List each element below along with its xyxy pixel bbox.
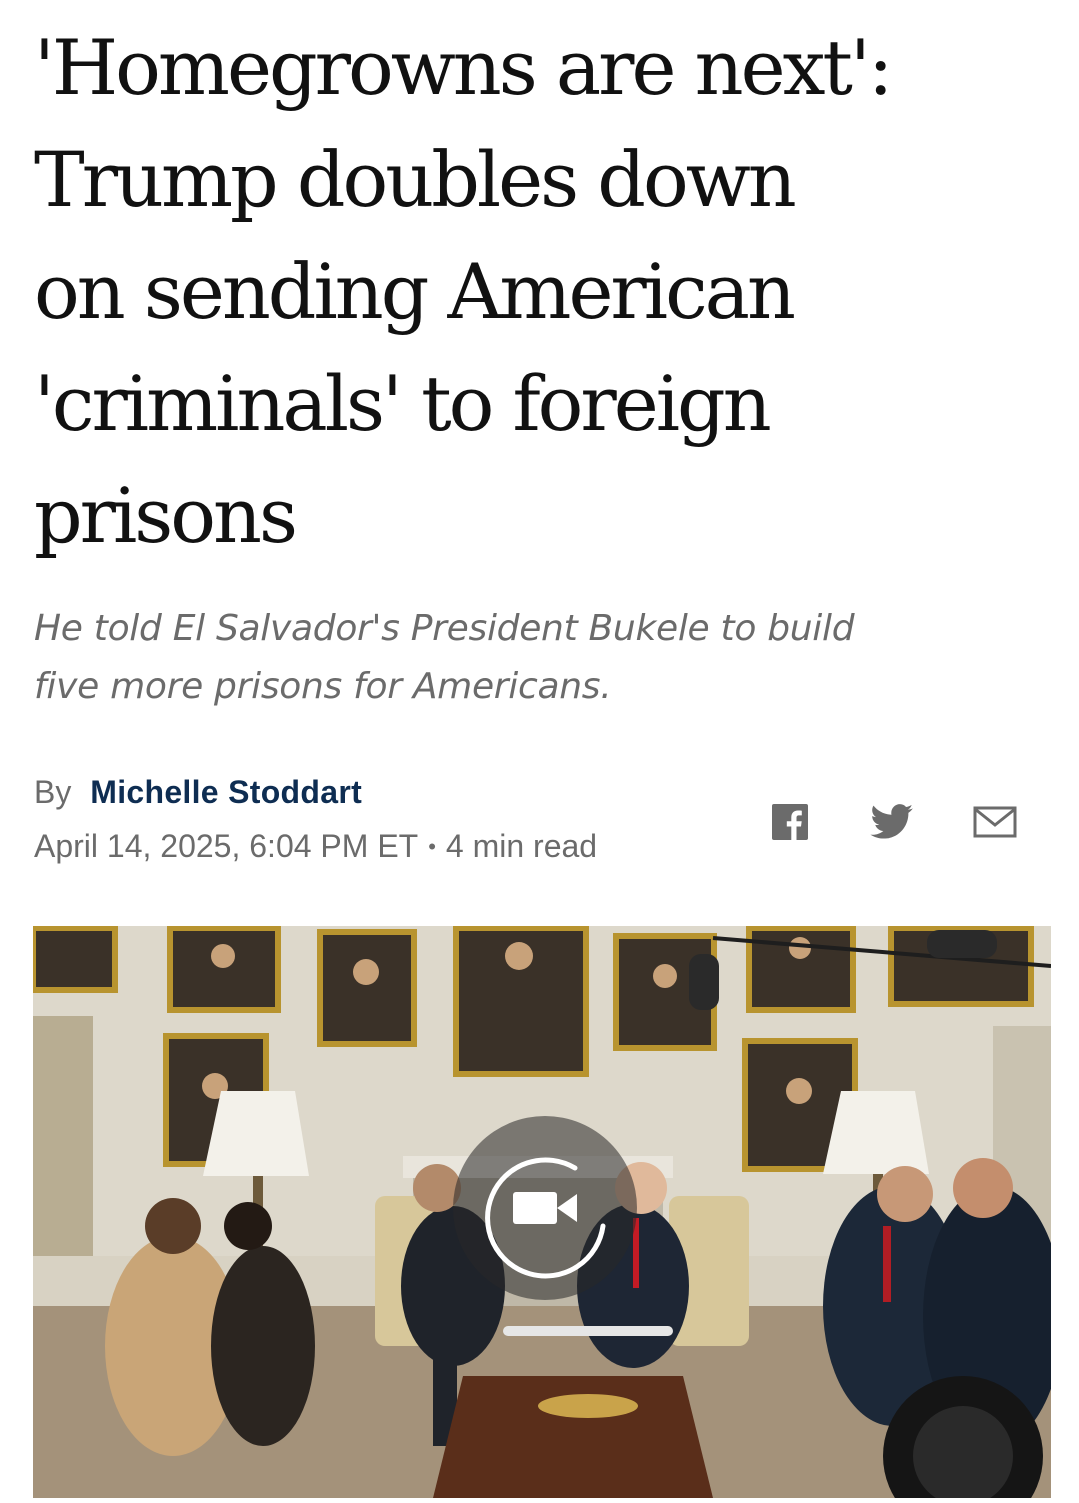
meta-separator: • — [428, 834, 436, 859]
subheadline-line: He told El Salvador's President Bukele t… — [34, 608, 855, 649]
headline: 'Homegrowns are next': Trump doubles dow… — [34, 12, 1044, 572]
article: 'Homegrowns are next': Trump doubles dow… — [0, 0, 1079, 1503]
publish-date: April 14, 2025, 6:04 PM ET — [34, 828, 419, 864]
article-meta: April 14, 2025, 6:04 PM ET • 4 min read — [34, 824, 597, 869]
byline-prefix: By — [34, 774, 72, 810]
facebook-share-button[interactable] — [765, 800, 815, 844]
twitter-share-button[interactable] — [867, 800, 917, 844]
headline-line: on sending American — [34, 247, 796, 336]
headline-line: 'criminals' to foreign — [34, 359, 772, 448]
headline-line: Trump doubles down — [34, 135, 797, 224]
video-play-button[interactable] — [453, 1116, 637, 1300]
headline-line: 'Homegrowns are next': — [34, 23, 893, 112]
share-bar — [765, 800, 1025, 844]
byline: By Michelle Stoddart — [34, 770, 362, 814]
subheadline-line: five more prisons for Americans. — [34, 666, 612, 707]
subheadline: He told El Salvador's President Bukele t… — [34, 600, 1034, 716]
read-time: 4 min read — [445, 828, 598, 864]
email-icon — [973, 806, 1017, 838]
twitter-icon — [870, 804, 913, 839]
hero-video[interactable] — [33, 926, 1051, 1498]
author-link[interactable]: Michelle Stoddart — [90, 774, 362, 810]
headline-line: prisons — [34, 471, 298, 560]
facebook-icon — [772, 804, 808, 840]
video-camera-icon — [513, 1192, 577, 1224]
email-share-button[interactable] — [970, 800, 1020, 844]
